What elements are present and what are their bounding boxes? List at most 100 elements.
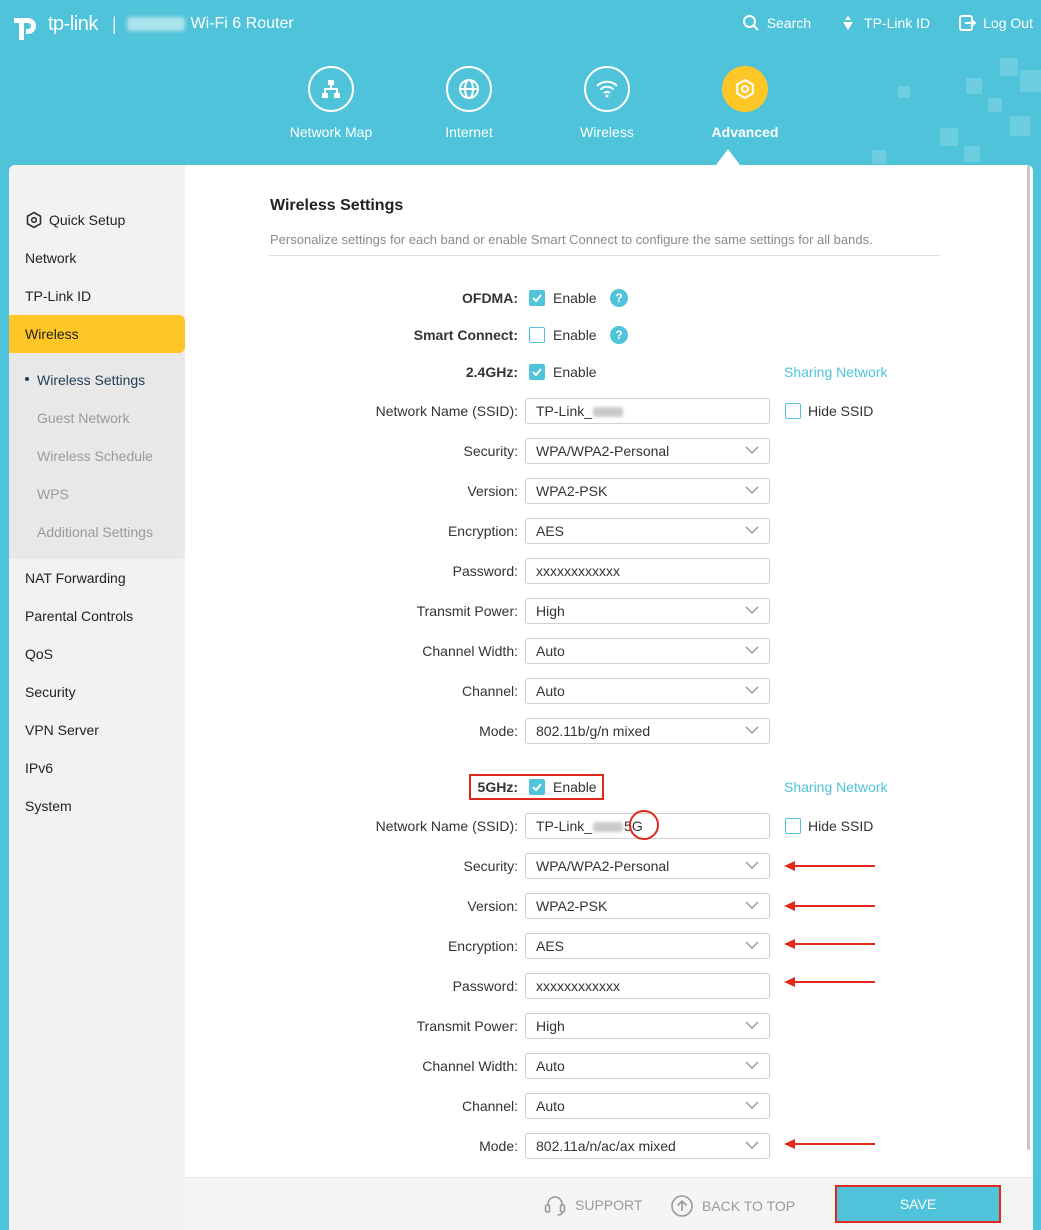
band24-mode-select[interactable]: 802.11b/g/n mixed — [525, 718, 770, 744]
logout-icon — [959, 15, 977, 31]
band5-sharing-network-link[interactable]: Sharing Network — [784, 779, 888, 795]
select-value: Auto — [536, 1098, 565, 1114]
bg-pixel — [1020, 70, 1041, 92]
sidebar-subitem-wireless-schedule[interactable]: Wireless Schedule — [37, 448, 153, 464]
select-value: High — [536, 603, 565, 619]
smart-connect-help-icon[interactable]: ? — [610, 326, 628, 344]
nav-wireless[interactable]: Wireless — [538, 66, 676, 140]
brand-logo[interactable]: tp-link | Wi-Fi 6 Router — [10, 8, 294, 40]
band24-version-select[interactable]: WPA2-PSK — [525, 478, 770, 504]
band5-hide-ssid-label: Hide SSID — [808, 818, 874, 834]
bg-pixel — [964, 146, 980, 162]
band24-encryption-label: Encryption: — [447, 523, 518, 539]
wifi-icon — [584, 66, 630, 112]
nav-network-map[interactable]: Network Map — [262, 66, 400, 140]
band5-version-select[interactable]: WPA2-PSK — [525, 893, 770, 919]
sidebar-item-label: Quick Setup — [49, 212, 126, 228]
nav-label: Advanced — [711, 124, 779, 140]
chevron-down-icon — [745, 526, 759, 535]
globe-icon — [446, 66, 492, 112]
band5-hide-ssid-checkbox[interactable] — [785, 818, 801, 834]
band24-hide-ssid-label: Hide SSID — [808, 403, 874, 419]
support-label: SUPPORT — [575, 1197, 643, 1213]
select-value: Auto — [536, 643, 565, 659]
band24-transmit-power-select[interactable]: High — [525, 598, 770, 624]
band24-mode-label: Mode: — [479, 723, 518, 739]
select-value: WPA/WPA2-Personal — [536, 443, 670, 459]
select-value: 802.11a/n/ac/ax mixed — [536, 1138, 676, 1154]
band24-ssid-input[interactable]: TP-Link_ — [525, 398, 770, 424]
sidebar-subitem-guest-network[interactable]: Guest Network — [37, 410, 130, 426]
band5-security-select[interactable]: WPA/WPA2-Personal — [525, 853, 770, 879]
sidebar-item-quick-setup[interactable]: Quick Setup — [25, 210, 125, 230]
sidebar-item-security[interactable]: Security — [25, 682, 76, 702]
band5-password-input[interactable]: xxxxxxxxxxxx — [525, 973, 770, 999]
save-button[interactable]: SAVE — [837, 1187, 999, 1221]
sidebar-subitem-additional-settings[interactable]: Additional Settings — [37, 524, 153, 540]
select-value: Auto — [536, 683, 565, 699]
sidebar: Quick Setup Network TP-Link ID Wireless … — [9, 165, 185, 1230]
band5-encryption-select[interactable]: AES — [525, 933, 770, 959]
search-icon — [742, 15, 759, 31]
annotation-arrow — [784, 939, 875, 949]
sidebar-item-tplink-id[interactable]: TP-Link ID — [25, 286, 91, 306]
bg-pixel — [940, 128, 958, 146]
ofdma-label: OFDMA: — [462, 290, 518, 306]
ofdma-checkbox[interactable] — [529, 290, 545, 306]
band24-security-label: Security: — [463, 443, 518, 459]
nav-label: Network Map — [289, 124, 373, 140]
band24-channel-width-label: Channel Width: — [422, 643, 518, 659]
sidebar-subitem-wps[interactable]: WPS — [37, 486, 69, 502]
chevron-down-icon — [745, 686, 759, 695]
select-value: AES — [536, 938, 565, 954]
sidebar-item-parental-controls[interactable]: Parental Controls — [25, 606, 133, 626]
sidebar-item-qos[interactable]: QoS — [25, 644, 53, 664]
nav-active-pointer — [716, 149, 740, 165]
band24-encryption-select[interactable]: AES — [525, 518, 770, 544]
band5-enable-label: Enable — [553, 779, 597, 795]
back-to-top-label: BACK TO TOP — [702, 1198, 796, 1214]
smart-connect-enable-label: Enable — [553, 327, 597, 343]
band5-mode-select[interactable]: 802.11a/n/ac/ax mixed — [525, 1133, 770, 1159]
band24-hide-ssid-checkbox[interactable] — [785, 403, 801, 419]
arrow-up-icon — [671, 1195, 693, 1217]
nav-internet[interactable]: Internet — [400, 66, 538, 140]
band24-security-select[interactable]: WPA/WPA2-Personal — [525, 438, 770, 464]
band24-channel-select[interactable]: Auto — [525, 678, 770, 704]
logout-link[interactable]: Log Out — [958, 14, 1033, 32]
network-map-icon — [308, 66, 354, 112]
sidebar-subitem-wireless-settings[interactable]: Wireless Settings — [37, 372, 145, 388]
sidebar-item-network[interactable]: Network — [25, 248, 76, 268]
support-link[interactable]: SUPPORT — [543, 1194, 642, 1216]
band24-password-input[interactable]: xxxxxxxxxxxx — [525, 558, 770, 584]
band5-transmit-power-select[interactable]: High — [525, 1013, 770, 1039]
divider — [269, 255, 940, 256]
top-links: Search TP-Link ID Log Out — [742, 14, 1033, 32]
band24-channel-width-select[interactable]: Auto — [525, 638, 770, 664]
band5-checkbox[interactable] — [529, 779, 545, 795]
smart-connect-label: Smart Connect: — [413, 327, 518, 343]
chevron-down-icon — [745, 941, 759, 950]
sidebar-item-ipv6[interactable]: IPv6 — [25, 758, 53, 778]
back-to-top-link[interactable]: BACK TO TOP — [670, 1194, 795, 1218]
ofdma-help-icon[interactable]: ? — [610, 289, 628, 307]
chevron-down-icon — [745, 1061, 759, 1070]
band5-channel-select[interactable]: Auto — [525, 1093, 770, 1119]
band5-channel-width-label: Channel Width: — [422, 1058, 518, 1074]
ssid-prefix: TP-Link_ — [536, 818, 593, 834]
quick-setup-icon — [26, 211, 42, 229]
gear-icon — [722, 66, 768, 112]
content-area: Wireless Settings Personalize settings f… — [185, 165, 1033, 1230]
search-link[interactable]: Search — [742, 14, 811, 32]
sidebar-item-system[interactable]: System — [25, 796, 72, 816]
smart-connect-checkbox[interactable] — [529, 327, 545, 343]
tplink-id-link[interactable]: TP-Link ID — [839, 14, 930, 32]
sidebar-item-wireless[interactable]: Wireless — [25, 324, 79, 344]
sidebar-item-vpn-server[interactable]: VPN Server — [25, 720, 99, 740]
sidebar-item-nat-forwarding[interactable]: NAT Forwarding — [25, 568, 126, 588]
nav-advanced[interactable]: Advanced — [676, 66, 814, 140]
current-bullet — [25, 377, 29, 381]
band24-sharing-network-link[interactable]: Sharing Network — [784, 364, 888, 380]
band24-checkbox[interactable] — [529, 364, 545, 380]
band5-channel-width-select[interactable]: Auto — [525, 1053, 770, 1079]
